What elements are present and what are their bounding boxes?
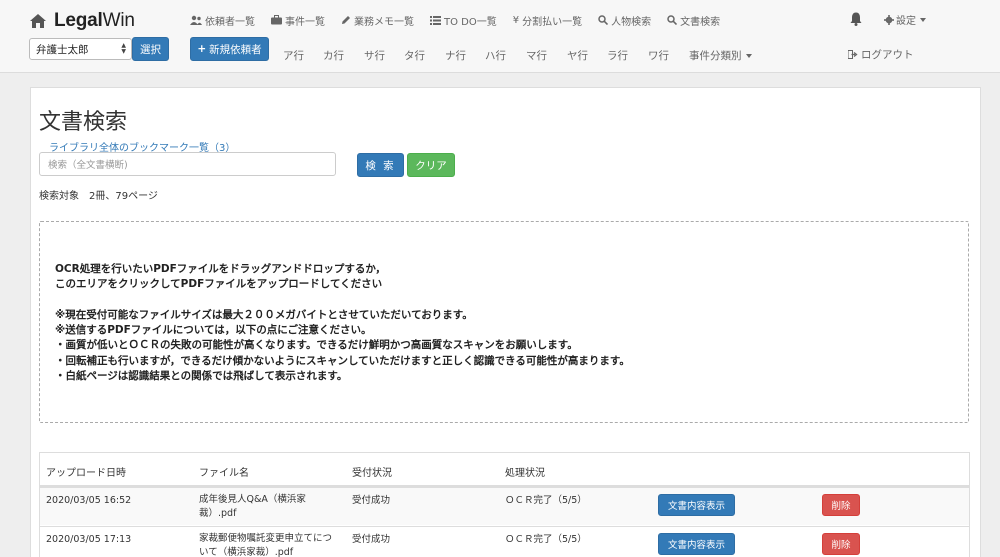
select-button[interactable]: 選択 xyxy=(132,37,169,61)
nav-case-list[interactable]: 事件一覧 xyxy=(271,13,325,28)
dropzone-note-quality: ・画質が低いとＯＣＲの失敗の可能性が高くなります。できるだけ鮮明かつ高画質なスキ… xyxy=(55,339,578,351)
brand-name: LegalWin xyxy=(54,10,135,31)
settings-dropdown[interactable]: 設定 xyxy=(884,12,926,27)
kana-filter-ya[interactable]: ヤ行 xyxy=(567,48,588,63)
dropzone-note-size: ※現在受付可能なファイルサイズは最大２００メガバイトとさせていただいております。 xyxy=(55,309,473,321)
lawyer-select[interactable]: 弁護士太郎 ▲ ▼ xyxy=(29,38,132,60)
dropzone-note-header: ※送信するPDFファイルについては，以下の点にご注意ください。 xyxy=(55,324,372,336)
notifications-button[interactable] xyxy=(850,12,862,29)
chevron-down-icon xyxy=(920,17,926,22)
file-name: 成年後見人Q&A（横浜家 裁）.pdf xyxy=(199,494,306,519)
file-name: 家裁郵便物嘱託変更申立てにつ いて（横浜家裁）.pdf xyxy=(199,533,333,557)
nav-person-search[interactable]: 人物検索 xyxy=(598,13,651,28)
plus-icon: + xyxy=(197,43,207,55)
list-icon xyxy=(430,15,441,25)
kana-filter-a[interactable]: ア行 xyxy=(283,48,304,63)
search-icon xyxy=(598,15,609,25)
nav-memo-list[interactable]: 業務メモ一覧 xyxy=(341,13,414,28)
kana-filter-ha[interactable]: ハ行 xyxy=(485,48,506,63)
kana-filter-ma[interactable]: マ行 xyxy=(526,48,547,63)
view-document-button[interactable]: 文書内容表示 xyxy=(658,494,735,516)
search-placeholder: 検索（全文書横断) xyxy=(48,160,128,171)
nav-todo-list[interactable]: TO DO一覧 xyxy=(430,13,497,28)
delete-button[interactable]: 削除 xyxy=(822,533,860,555)
dropzone-instruction-2: このエリアをクリックしてPDFファイルをアップロードしてください xyxy=(55,278,383,290)
search-icon xyxy=(667,15,678,25)
kana-filter-ta[interactable]: タ行 xyxy=(404,48,425,63)
users-icon xyxy=(190,15,202,25)
kana-filter-na[interactable]: ナ行 xyxy=(445,48,466,63)
new-client-button[interactable]: + 新規依頼者 xyxy=(190,37,269,61)
upload-table: アップロード日時 ファイル名 受付状況 処理状況 2020/03/05 16:5… xyxy=(39,452,970,557)
top-navbar: LegalWin 依頼者一覧 事件一覧 業務メモ一覧 TO DO一覧 ¥ 分割払… xyxy=(0,0,1000,73)
nav-document-search[interactable]: 文書検索 xyxy=(667,13,720,28)
header-process-status: 処理状況 xyxy=(505,468,545,479)
briefcase-icon xyxy=(271,15,282,25)
table-row: 2020/03/05 16:52 成年後見人Q&A（横浜家 裁）.pdf 受付成功… xyxy=(40,487,969,525)
kana-filter-ka[interactable]: カ行 xyxy=(323,48,344,63)
search-button[interactable]: 検 索 xyxy=(357,153,404,177)
main-menu: 依頼者一覧 事件一覧 業務メモ一覧 TO DO一覧 ¥ 分割払い一覧 人物検索 … xyxy=(190,12,736,28)
kana-filter-wa[interactable]: ワ行 xyxy=(648,48,669,63)
logout-link[interactable]: ログアウト xyxy=(848,47,914,62)
reception-status: 受付成功 xyxy=(352,495,391,506)
home-icon xyxy=(30,14,46,28)
kana-filter-ra[interactable]: ラ行 xyxy=(607,48,628,63)
bell-icon xyxy=(850,12,862,26)
header-reception: 受付状況 xyxy=(352,468,392,479)
upload-date: 2020/03/05 16:52 xyxy=(46,495,132,506)
chevron-down-icon xyxy=(745,53,752,58)
header-file-name: ファイル名 xyxy=(199,468,249,479)
kana-filter-sa[interactable]: サ行 xyxy=(364,48,385,63)
header-upload-date: アップロード日時 xyxy=(46,468,126,479)
delete-button[interactable]: 削除 xyxy=(822,494,860,516)
reception-status: 受付成功 xyxy=(352,534,391,545)
dropzone-instruction-1: OCR処理を行いたいPDFファイルをドラッグアンドドロップするか， xyxy=(55,263,386,275)
yen-icon: ¥ xyxy=(512,14,520,26)
page-title: 文書検索 xyxy=(39,110,128,135)
case-category-dropdown[interactable]: 事件分類別 xyxy=(689,48,752,63)
dropzone-note-blank: ・白紙ページは認識結果との関係では飛ばして表示されます。 xyxy=(55,370,348,382)
process-status: ＯＣＲ完了（5/5） xyxy=(505,495,587,506)
select-arrows-icon: ▲ ▼ xyxy=(121,42,126,55)
upload-date: 2020/03/05 17:13 xyxy=(46,534,132,545)
gear-icon xyxy=(884,14,894,25)
table-row: 2020/03/05 17:13 家裁郵便物嘱託変更申立てにつ いて（横浜家裁）.… xyxy=(40,526,969,557)
search-target-info: 検索対象 2冊、79ページ xyxy=(39,191,158,202)
logout-icon xyxy=(848,50,858,59)
process-status: ＯＣＲ完了（5/5） xyxy=(505,534,587,545)
pencil-icon xyxy=(342,16,350,24)
nav-client-list[interactable]: 依頼者一覧 xyxy=(190,13,255,28)
brand-logo[interactable]: LegalWin xyxy=(30,9,135,33)
view-document-button[interactable]: 文書内容表示 xyxy=(658,533,735,555)
table-header: アップロード日時 ファイル名 受付状況 処理状況 xyxy=(40,453,969,487)
search-input[interactable]: 検索（全文書横断) xyxy=(39,152,336,176)
clear-button[interactable]: クリア xyxy=(407,153,455,177)
dropzone-note-rotation: ・回転補正も行いますが，できるだけ傾かないようにスキャンしていただけますと正しく… xyxy=(55,355,630,367)
nav-installment-list[interactable]: ¥ 分割払い一覧 xyxy=(513,13,582,28)
